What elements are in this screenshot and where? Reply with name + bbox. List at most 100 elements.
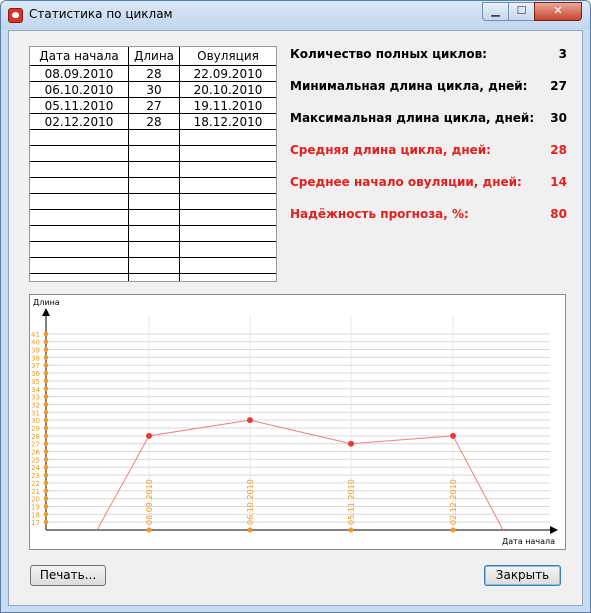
row-start-date[interactable]: 02.12.2010 [30, 114, 128, 130]
row-length[interactable]: 28 [129, 114, 179, 130]
data-point [348, 440, 354, 447]
y-tick-marker [43, 504, 49, 509]
row-length[interactable]: 30 [129, 82, 179, 98]
row-ovulation[interactable]: 22.09.2010 [180, 66, 276, 82]
y-tick-label: 33 [31, 394, 40, 402]
close-window-button[interactable]: ✕ [534, 2, 582, 21]
y-tick-label: 40 [31, 339, 40, 347]
y-tick-marker [43, 417, 49, 423]
column-divider [179, 47, 180, 281]
print-button[interactable]: Печать... [30, 565, 106, 586]
row-start-date[interactable]: 06.10.2010 [30, 82, 128, 98]
row-divider [30, 145, 276, 146]
row-start-date[interactable]: 05.11.2010 [30, 98, 128, 114]
column-divider [128, 47, 129, 281]
y-tick-marker [43, 449, 49, 454]
y-tick-marker [43, 362, 49, 368]
row-divider [30, 257, 276, 258]
y-tick-label: 20 [31, 496, 40, 504]
stat-label: Минимальная длина цикла, дней: [290, 79, 528, 93]
row-divider [30, 177, 276, 178]
y-tick-marker [43, 355, 49, 360]
x-tick-label: 06.10.2010 [246, 479, 255, 525]
y-tick-marker [43, 402, 49, 407]
y-tick-label: 35 [31, 378, 40, 386]
stat-value: 27 [550, 79, 567, 93]
x-tick-marker [247, 527, 253, 533]
row-divider [30, 161, 276, 162]
row-divider [30, 209, 276, 210]
close-button[interactable]: Закрыть [484, 565, 561, 586]
window-title: Статистика по циклам [29, 7, 173, 21]
x-tick-marker [348, 527, 354, 533]
row-divider [30, 193, 276, 194]
y-tick-marker [43, 464, 49, 470]
y-tick-label: 36 [31, 370, 40, 378]
y-tick-label: 39 [31, 347, 40, 355]
x-axis-label: Дата начала [502, 537, 555, 546]
row-ovulation[interactable]: 20.10.2010 [180, 82, 276, 98]
y-tick-marker [43, 370, 49, 376]
y-tick-label: 28 [31, 433, 40, 441]
y-tick-label: 18 [31, 511, 40, 519]
data-point [146, 432, 152, 439]
y-tick-label: 30 [31, 417, 40, 425]
row-divider [30, 225, 276, 226]
stat-label: Средняя длина цикла, дней: [290, 143, 491, 157]
y-tick-label: 37 [31, 362, 40, 370]
y-tick-marker [43, 386, 49, 392]
y-tick-label: 29 [31, 425, 40, 433]
cycle-length-chart: Длина Дата начала 17 18 19 20 21 22 23 24 25 26 27 28… [29, 294, 566, 550]
y-tick-label: 32 [31, 401, 40, 409]
row-start-date[interactable]: 08.09.2010 [30, 66, 128, 82]
y-tick-marker [43, 480, 49, 486]
header-ovulation[interactable]: Овуляция [180, 48, 276, 64]
x-tick-label: 08.09.2010 [145, 479, 154, 525]
y-tick-label: 23 [31, 472, 40, 480]
x-tick-marker [450, 527, 456, 533]
y-tick-label: 22 [31, 480, 40, 488]
stat-value: 3 [558, 47, 567, 61]
y-tick-marker [43, 331, 49, 337]
stat-label: Количество полных циклов: [290, 47, 487, 61]
y-tick-label: 17 [31, 519, 40, 527]
y-tick-marker [43, 519, 49, 525]
row-length[interactable]: 28 [129, 66, 179, 82]
y-tick-label: 34 [31, 386, 40, 394]
y-tick-marker [43, 410, 49, 415]
y-tick-marker [43, 339, 49, 344]
stat-value: 80 [550, 207, 567, 221]
x-tick-marker [146, 527, 152, 533]
header-start-date[interactable]: Дата начала [30, 48, 128, 64]
row-divider [30, 129, 276, 130]
y-tick-marker [43, 488, 49, 494]
stat-label: Максимальная длина цикла, дней: [290, 111, 535, 125]
row-divider [30, 241, 276, 242]
y-tick-label: 38 [31, 354, 40, 362]
cycles-table[interactable]: Дата начала Длина Овуляция 08.09.2010 28 2… [29, 46, 277, 282]
minimize-button[interactable]: ▁ [482, 2, 509, 21]
y-axis-label: Длина [33, 298, 60, 307]
x-tick-label: 05.11.2010 [347, 479, 356, 525]
y-tick-label: 26 [31, 449, 40, 457]
x-tick-label: 02.12.2010 [449, 479, 458, 525]
y-tick-label: 19 [31, 503, 40, 511]
y-tick-label: 25 [31, 456, 40, 464]
stat-label: Надёжность прогноза, %: [290, 207, 469, 221]
x-axis-arrow [550, 526, 558, 534]
data-point [450, 432, 456, 439]
row-divider [30, 273, 276, 274]
y-tick-marker [43, 347, 49, 352]
maximize-button[interactable]: ☐ [508, 2, 535, 21]
row-ovulation[interactable]: 19.11.2010 [180, 98, 276, 114]
y-tick-marker [43, 378, 49, 384]
y-tick-marker [43, 457, 49, 462]
header-length[interactable]: Длина [129, 48, 179, 64]
data-point [247, 417, 253, 424]
y-tick-marker [43, 433, 49, 439]
title-bar[interactable]: Статистика по циклам ▁ ☐ ✕ [1, 1, 590, 29]
row-ovulation[interactable]: 18.12.2010 [180, 114, 276, 130]
table-header: Дата начала Длина Овуляция [30, 47, 276, 66]
row-length[interactable]: 27 [129, 98, 179, 114]
y-tick-label: 41 [31, 331, 40, 339]
